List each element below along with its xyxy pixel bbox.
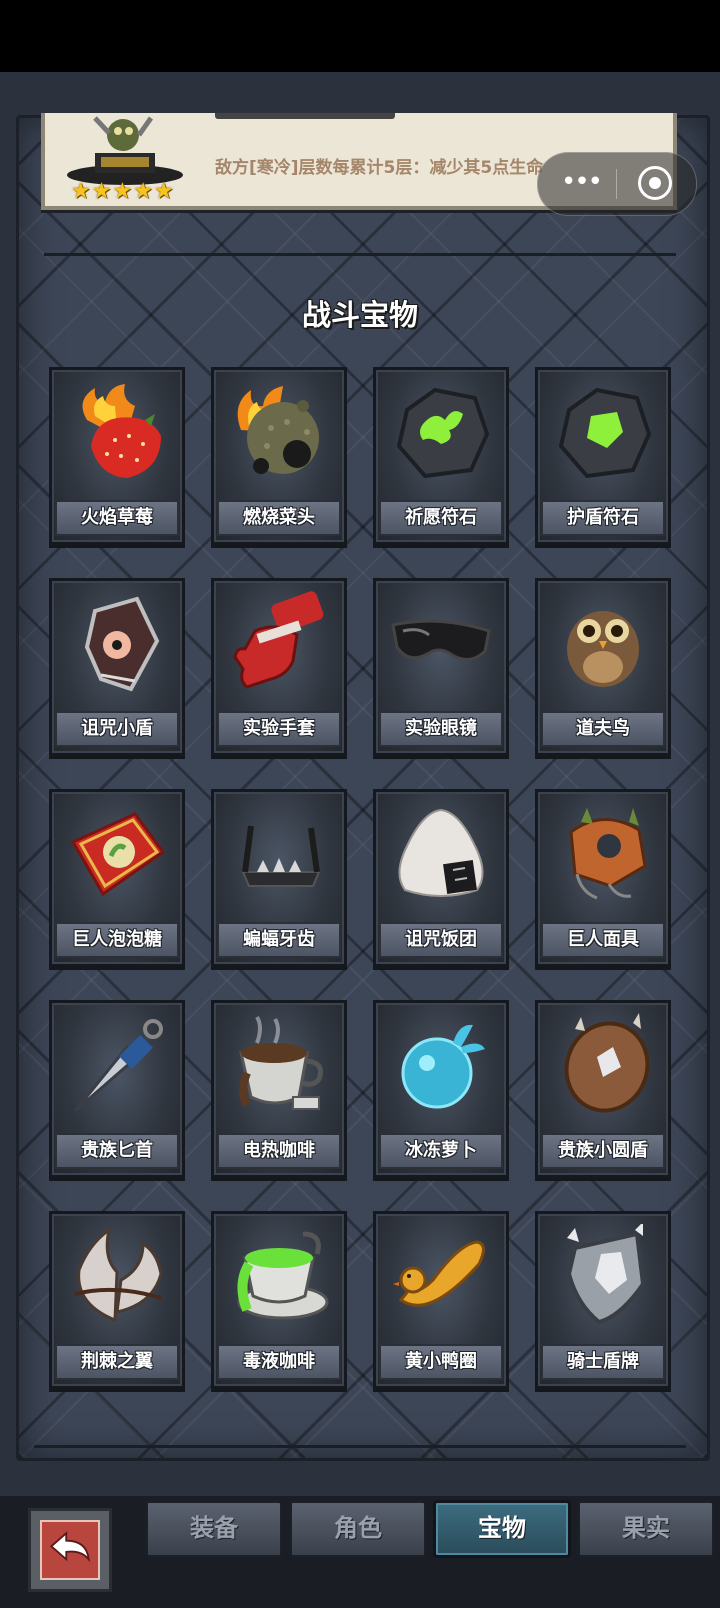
treasure-label: 巨人面具 [541, 922, 665, 958]
electric-coffee-icon [239, 1015, 323, 1110]
rating-stars: ★ ★ ★ ★ ★ [71, 181, 174, 203]
bubblegum-box-icon [70, 812, 166, 897]
burning-veggie-icon [237, 386, 319, 474]
star-icon: ★ [153, 179, 174, 204]
treasure-tile[interactable]: 电热咖啡 [211, 1000, 347, 1178]
frozen-radish-icon [401, 1024, 485, 1109]
shield-rune-stone-icon [558, 387, 652, 479]
card-title-fragment [215, 113, 395, 119]
star-icon: ★ [71, 179, 91, 204]
treasure-tile[interactable]: 黄小鸭圈 [373, 1211, 509, 1389]
treasure-tile[interactable]: 护盾符石 [535, 367, 671, 545]
treasure-label: 骑士盾牌 [541, 1344, 665, 1380]
treasure-label: 毒液咖啡 [217, 1344, 341, 1380]
treasure-label: 实验手套 [217, 711, 341, 747]
treasure-tile[interactable]: 火焰草莓 [49, 367, 185, 545]
treasure-tile[interactable]: 荆棘之翼 [49, 1211, 185, 1389]
treasure-label: 燃烧菜头 [217, 500, 341, 536]
cursed-riceball-icon [398, 808, 484, 897]
noble-dagger-icon [73, 1019, 163, 1113]
lab-goggles-icon [391, 619, 491, 661]
treasure-label: 贵族匕首 [55, 1133, 179, 1169]
flame-strawberry-icon [82, 384, 161, 478]
tab-character[interactable]: 角色 [289, 1500, 427, 1558]
divider [44, 253, 676, 256]
treasure-label: 电热咖啡 [217, 1133, 341, 1169]
card-description: 敌方[寒冷]层数每累计5层：减少其5点生命 [215, 158, 544, 178]
star-icon: ★ [91, 179, 112, 204]
miniapp-capsule: ••• [537, 152, 697, 216]
treasure-label: 贵族小圆盾 [541, 1133, 665, 1169]
treasure-tile[interactable]: 诅咒饭团 [373, 789, 509, 967]
giant-mask-icon [569, 808, 647, 900]
treasure-label: 祈愿符石 [379, 500, 503, 536]
target-circle-icon[interactable] [638, 166, 672, 200]
knight-shield-icon [566, 1224, 646, 1325]
treasure-label: 荆棘之翼 [55, 1344, 179, 1380]
more-dots-icon[interactable]: ••• [556, 169, 606, 199]
treasure-label: 火焰草莓 [55, 500, 179, 536]
treasure-tile[interactable]: 骑士盾牌 [535, 1211, 671, 1389]
status-bar [0, 0, 720, 72]
star-icon: ★ [112, 179, 133, 204]
treasure-label: 诅咒饭团 [379, 922, 503, 958]
thorn-wings-icon [74, 1226, 163, 1323]
back-button[interactable] [28, 1508, 112, 1592]
treasure-label: 黄小鸭圈 [379, 1344, 503, 1380]
noble-buckler-icon [564, 1013, 650, 1113]
treasure-tile[interactable]: 燃烧菜头 [211, 367, 347, 545]
tab-treasure[interactable]: 宝物 [433, 1500, 571, 1558]
treasure-tile[interactable]: 贵族小圆盾 [535, 1000, 671, 1178]
back-button-face [40, 1520, 100, 1580]
tab-fruit[interactable]: 果实 [577, 1500, 715, 1558]
divider [34, 1445, 686, 1448]
treasure-label: 护盾符石 [541, 500, 665, 536]
lab-glove-icon [233, 591, 324, 689]
wish-rune-stone-icon [396, 387, 490, 479]
treasure-tile[interactable]: 巨人面具 [535, 789, 671, 967]
treasure-tile[interactable]: 毒液咖啡 [211, 1211, 347, 1389]
duck-ring-icon [393, 1240, 485, 1307]
owl-bird-icon [567, 611, 639, 687]
treasure-label: 诅咒小盾 [55, 711, 179, 747]
treasure-label: 实验眼镜 [379, 711, 503, 747]
treasure-label: 蝙蝠牙齿 [217, 922, 341, 958]
treasure-tile[interactable]: 道夫鸟 [535, 578, 671, 756]
cursed-shield-icon [84, 596, 160, 692]
bat-teeth-icon [241, 825, 321, 887]
treasure-tile[interactable]: 冰冻萝卜 [373, 1000, 509, 1178]
treasure-tile[interactable]: 贵族匕首 [49, 1000, 185, 1178]
section-title: 战斗宝物 [301, 298, 418, 332]
treasure-tile[interactable]: 诅咒小盾 [49, 578, 185, 756]
capsule-separator [616, 169, 617, 199]
back-arrow-icon [49, 1531, 90, 1563]
treasure-tile[interactable]: 实验眼镜 [373, 578, 509, 756]
treasure-label: 巨人泡泡糖 [55, 922, 179, 958]
treasure-tile[interactable]: 实验手套 [211, 578, 347, 756]
treasure-tile[interactable]: 蝙蝠牙齿 [211, 789, 347, 967]
star-icon: ★ [133, 179, 153, 204]
treasure-label: 冰冻萝卜 [379, 1133, 503, 1169]
venom-coffee-icon [237, 1231, 329, 1320]
tab-equipment[interactable]: 装备 [145, 1500, 283, 1558]
treasure-label: 道夫鸟 [541, 711, 665, 747]
treasure-tile[interactable]: 祈愿符石 [373, 367, 509, 545]
treasure-tile[interactable]: 巨人泡泡糖 [49, 789, 185, 967]
